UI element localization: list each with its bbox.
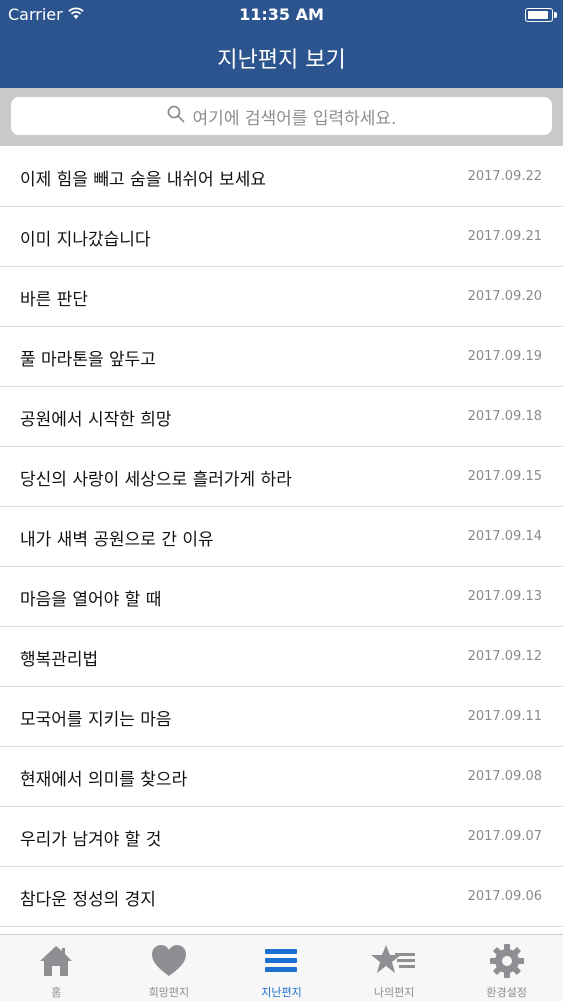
- list-item[interactable]: 우리가 남겨야 할 것 2017.09.07: [0, 807, 563, 867]
- letter-date: 2017.09.22: [467, 169, 542, 184]
- list-item[interactable]: 모국어를 지키는 마음 2017.09.11: [0, 687, 563, 747]
- list-item[interactable]: 마음을 열어야 할 때 2017.09.13: [0, 567, 563, 627]
- status-time: 11:35 AM: [239, 5, 324, 24]
- tab-label: 희망편지: [148, 986, 190, 999]
- letter-title: 이제 힘을 빼고 숨을 내쉬어 보세요: [20, 170, 266, 190]
- list-item[interactable]: 당신의 사랑이 세상으로 흘러가게 하라 2017.09.15: [0, 447, 563, 507]
- list-item[interactable]: 공원에서 시작한 희망 2017.09.18: [0, 387, 563, 447]
- letter-title: 내가 새벽 공원으로 간 이유: [20, 530, 214, 550]
- page-title: 지난편지 보기: [217, 48, 346, 73]
- letter-title: 마음을 열어야 할 때: [20, 590, 162, 610]
- letter-date: 2017.09.21: [467, 229, 542, 244]
- status-bar: Carrier 11:35 AM: [0, 0, 563, 28]
- letter-date: 2017.09.14: [467, 529, 542, 544]
- letter-date: 2017.09.19: [467, 349, 542, 364]
- gear-icon: [489, 944, 524, 978]
- letter-title: 풀 마라톤을 앞두고: [20, 350, 156, 370]
- letter-date: 2017.09.11: [467, 709, 542, 724]
- letter-title: 이미 지나갔습니다: [20, 230, 151, 250]
- letter-title: 당신의 사랑이 세상으로 흘러가게 하라: [20, 470, 292, 490]
- navigation-header: Carrier 11:35 AM 지난편지 보기: [0, 0, 563, 88]
- letter-title: 우리가 남겨야 할 것: [20, 830, 162, 850]
- tab-home[interactable]: 홈: [0, 935, 113, 1001]
- letter-date: 2017.09.12: [467, 649, 542, 664]
- home-icon: [40, 946, 73, 976]
- list-item[interactable]: 내가 새벽 공원으로 간 이유 2017.09.14: [0, 507, 563, 567]
- letter-date: 2017.09.13: [467, 589, 542, 604]
- list-item[interactable]: 이미 지나갔습니다 2017.09.21: [0, 207, 563, 267]
- letter-title: 현재에서 의미를 찾으라: [20, 770, 188, 790]
- list-item[interactable]: 바른 판단 2017.09.20: [0, 267, 563, 327]
- tab-settings[interactable]: 환경설정: [450, 935, 563, 1001]
- letter-title: 바른 판단: [20, 290, 88, 310]
- letter-date: 2017.09.15: [467, 469, 542, 484]
- tab-label: 홈: [51, 986, 62, 999]
- tab-label: 지난편지: [261, 986, 302, 999]
- tab-my-letters[interactable]: 나의편지: [338, 935, 451, 1001]
- list-item[interactable]: 이제 힘을 빼고 숨을 내쉬어 보세요 2017.09.22: [0, 147, 563, 207]
- search-input[interactable]: 여기에 검색어를 입력하세요.: [11, 97, 552, 135]
- search-icon: [167, 105, 185, 128]
- search-placeholder: 여기에 검색어를 입력하세요.: [192, 108, 397, 129]
- letter-list: 이제 힘을 빼고 숨을 내쉬어 보세요 2017.09.22 이미 지나갔습니다 2…: [0, 147, 563, 927]
- tab-label: 환경설정: [486, 986, 527, 999]
- letter-date: 2017.09.20: [467, 289, 542, 304]
- letter-title: 행복관리법: [20, 650, 99, 670]
- tab-label: 나의편지: [373, 986, 415, 999]
- letter-title: 모국어를 지키는 마음: [20, 710, 172, 730]
- list-icon: [265, 949, 298, 972]
- heart-icon: [151, 945, 186, 976]
- letter-date: 2017.09.18: [467, 409, 542, 424]
- tab-hope-letter[interactable]: 희망편지: [113, 935, 226, 1001]
- tab-past-letters[interactable]: 지난편지: [225, 935, 338, 1001]
- letter-title: 참다운 정성의 경지: [20, 890, 156, 910]
- letter-title: 공원에서 시작한 희망: [20, 410, 172, 430]
- battery-icon: [525, 8, 557, 22]
- letter-date: 2017.09.08: [467, 769, 542, 784]
- tab-bar: 홈 희망편지 지난편지 나의편지 환경설정: [0, 934, 563, 1001]
- list-item[interactable]: 행복관리법 2017.09.12: [0, 627, 563, 687]
- letter-date: 2017.09.06: [467, 889, 542, 904]
- letter-date: 2017.09.07: [467, 829, 542, 844]
- search-bar: 여기에 검색어를 입력하세요.: [0, 88, 563, 146]
- list-item[interactable]: 풀 마라톤을 앞두고 2017.09.19: [0, 327, 563, 387]
- list-item[interactable]: 현재에서 의미를 찾으라 2017.09.08: [0, 747, 563, 807]
- list-item[interactable]: 참다운 정성의 경지 2017.09.06: [0, 867, 563, 927]
- star-icon: [371, 945, 416, 973]
